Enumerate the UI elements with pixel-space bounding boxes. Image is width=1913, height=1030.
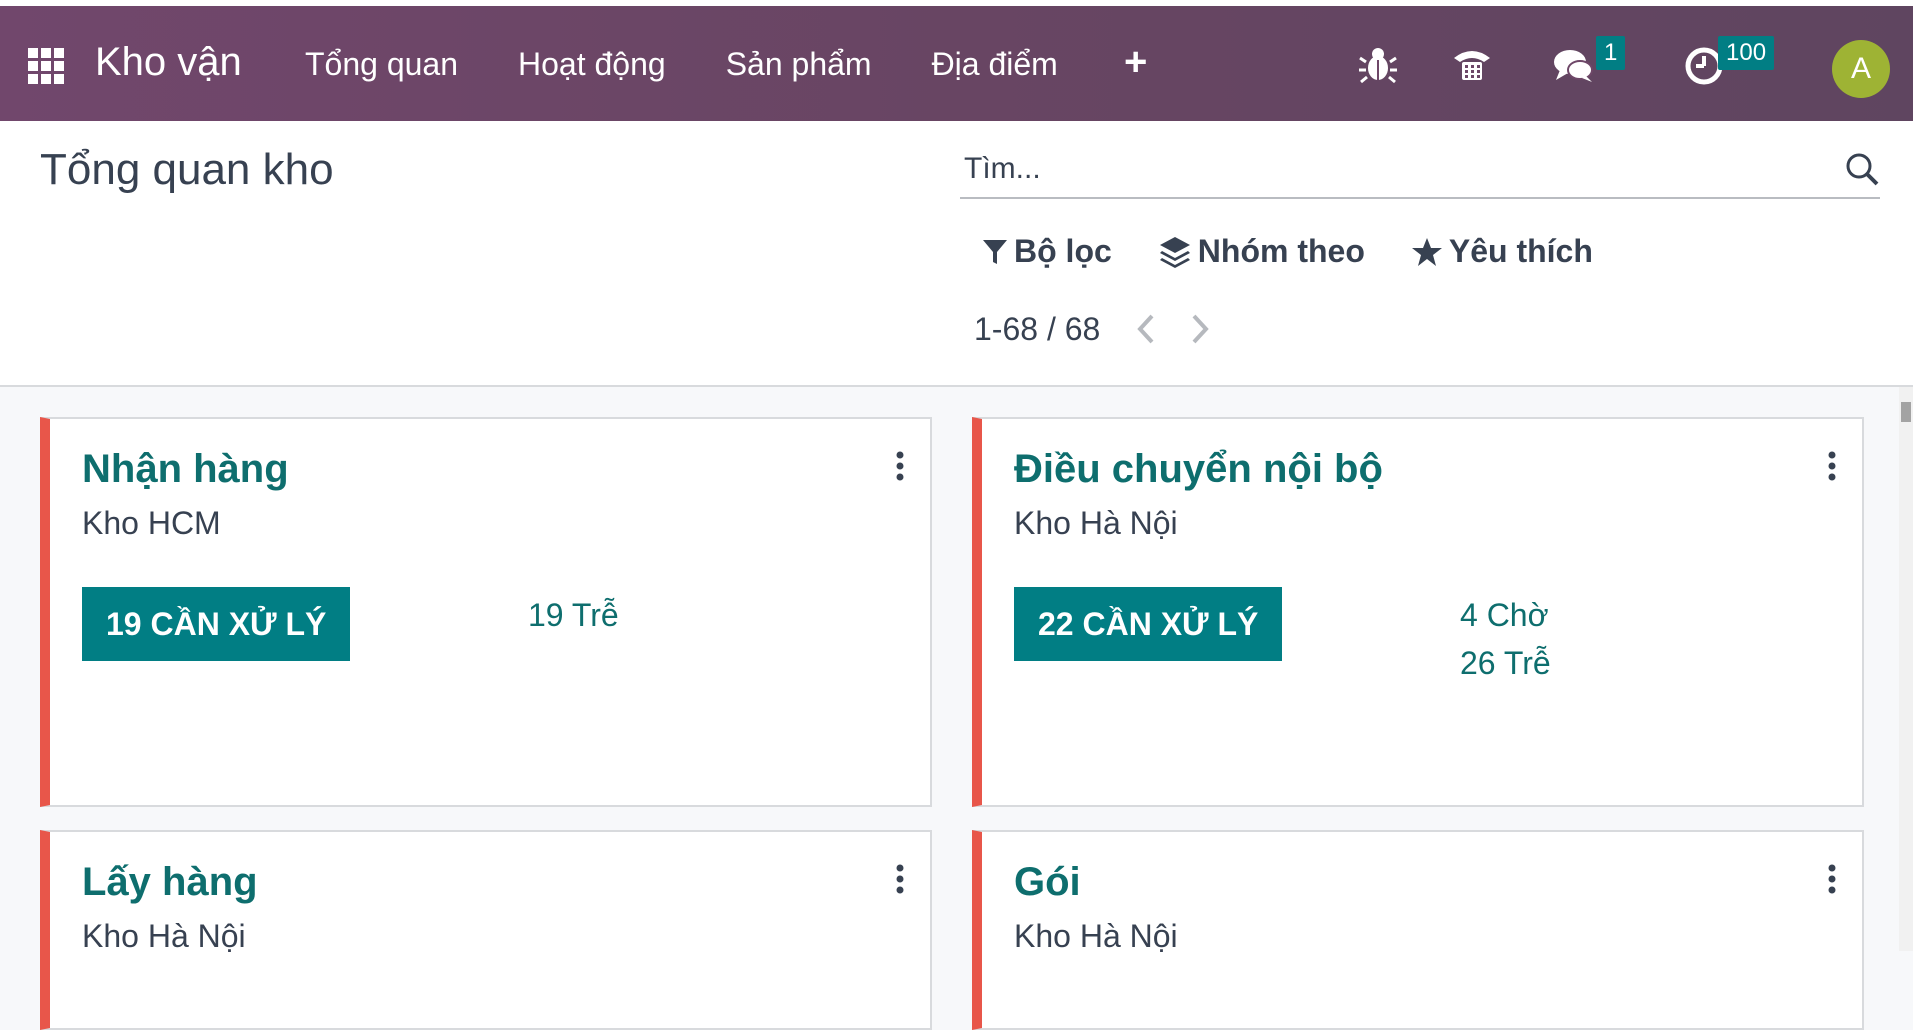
- search-icon[interactable]: [1844, 151, 1880, 187]
- pager-value[interactable]: 1-68 / 68: [974, 311, 1100, 348]
- card-title[interactable]: Điều chuyển nội bộ: [1014, 447, 1383, 492]
- late-count-link[interactable]: 19 Trễ: [528, 597, 619, 634]
- kanban-card-packing[interactable]: Gói Kho Hà Nội: [972, 830, 1864, 1030]
- pager: 1-68 / 68: [974, 309, 1242, 349]
- card-menu-kebab-icon[interactable]: [1822, 862, 1842, 898]
- app-menu-grid-icon[interactable]: [28, 48, 64, 84]
- card-title[interactable]: Gói: [1014, 860, 1081, 905]
- phone-icon[interactable]: [1450, 42, 1494, 86]
- top-menu: Tổng quan Hoạt động Sản phẩm Địa điểm: [305, 46, 1118, 83]
- activities-badge: 100: [1718, 36, 1775, 70]
- groupby-button[interactable]: Nhóm theo: [1158, 233, 1365, 270]
- card-title[interactable]: Nhận hàng: [82, 447, 289, 492]
- card-menu-kebab-icon[interactable]: [1822, 449, 1842, 485]
- late-count-link[interactable]: 26 Trễ: [1460, 645, 1551, 682]
- search-input[interactable]: [960, 145, 1818, 193]
- pager-previous-chevron-left-icon[interactable]: [1134, 309, 1164, 349]
- app-name[interactable]: Kho vận: [95, 40, 242, 85]
- kanban-view: Nhận hàng Kho HCM 19 CẦN XỬ LÝ 19 Trễ Đi…: [0, 387, 1913, 1030]
- favorites-label: Yêu thích: [1448, 233, 1593, 269]
- messages-chat-icon[interactable]: [1552, 42, 1596, 86]
- messages-badge: 1: [1596, 36, 1626, 70]
- star-icon: [1411, 237, 1442, 266]
- search-bar: [960, 141, 1880, 199]
- layers-icon: [1159, 236, 1190, 268]
- todo-button[interactable]: 19 CẦN XỬ LÝ: [82, 587, 351, 661]
- todo-button[interactable]: 22 CẦN XỬ LÝ: [1014, 587, 1283, 661]
- card-menu-kebab-icon[interactable]: [890, 862, 910, 898]
- kanban-card-receipts[interactable]: Nhận hàng Kho HCM 19 CẦN XỬ LÝ 19 Trễ: [40, 417, 932, 807]
- kanban-card-picking[interactable]: Lấy hàng Kho Hà Nội: [40, 830, 932, 1030]
- filter-button[interactable]: Bộ lọc: [982, 233, 1112, 270]
- add-menu-plus-icon[interactable]: +: [1124, 40, 1147, 85]
- card-warehouse: Kho HCM: [82, 505, 221, 541]
- page-title: Tổng quan kho: [40, 145, 334, 194]
- menu-item-overview[interactable]: Tổng quan: [305, 46, 458, 83]
- pager-next-chevron-right-icon[interactable]: [1188, 309, 1218, 349]
- favorites-button[interactable]: Yêu thích: [1411, 233, 1593, 270]
- control-panel: Tổng quan kho Bộ lọc Nhóm theo: [0, 121, 1913, 387]
- scrollbar-thumb[interactable]: [1901, 402, 1911, 422]
- card-menu-kebab-icon[interactable]: [890, 449, 910, 485]
- search-options: Bộ lọc Nhóm theo Yêu thích: [982, 233, 1639, 270]
- menu-item-products[interactable]: Sản phẩm: [726, 46, 872, 83]
- card-warehouse: Kho Hà Nội: [1014, 918, 1178, 954]
- debug-bug-icon[interactable]: [1356, 42, 1400, 86]
- filter-label: Bộ lọc: [1014, 233, 1112, 269]
- menu-item-operations[interactable]: Hoạt động: [518, 46, 666, 83]
- user-avatar[interactable]: A: [1832, 40, 1890, 98]
- card-title[interactable]: Lấy hàng: [82, 860, 258, 905]
- menu-item-locations[interactable]: Địa điểm: [932, 46, 1058, 83]
- waiting-count-link[interactable]: 4 Chờ: [1460, 597, 1549, 634]
- vertical-scrollbar[interactable]: [1899, 387, 1913, 951]
- card-warehouse: Kho Hà Nội: [82, 918, 246, 954]
- funnel-icon: [983, 239, 1007, 264]
- card-warehouse: Kho Hà Nội: [1014, 505, 1178, 541]
- main-navbar: Kho vận Tổng quan Hoạt động Sản phẩm Địa…: [0, 6, 1913, 121]
- kanban-card-internal-transfers[interactable]: Điều chuyển nội bộ Kho Hà Nội 22 CẦN XỬ …: [972, 417, 1864, 807]
- groupby-label: Nhóm theo: [1197, 233, 1365, 269]
